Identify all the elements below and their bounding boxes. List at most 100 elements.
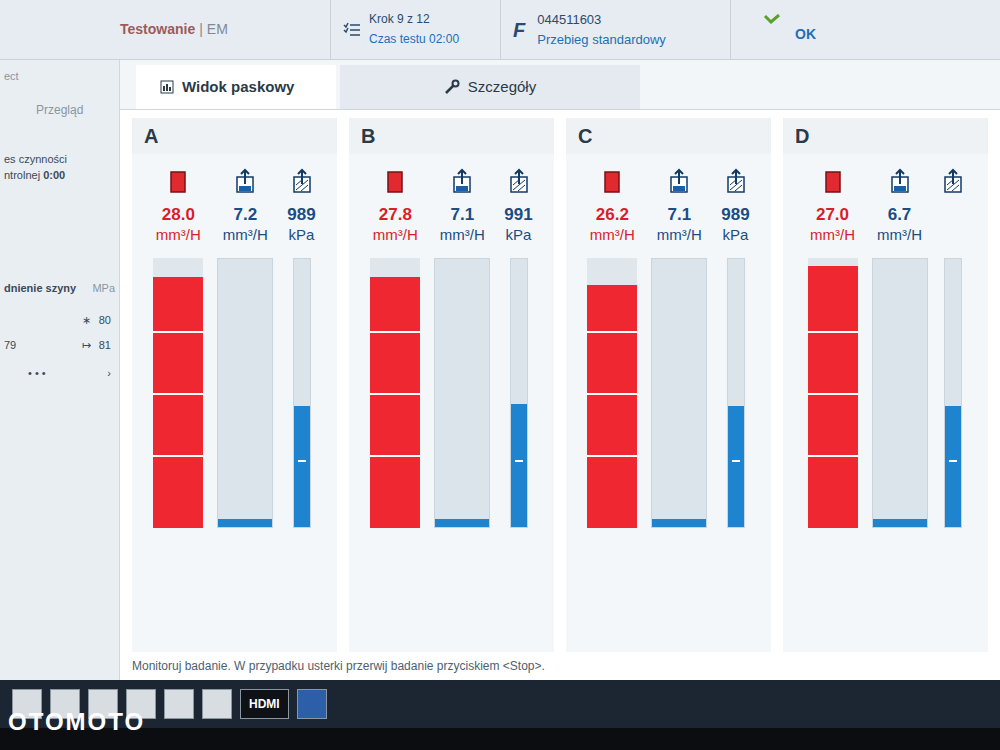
wrench-icon [444, 79, 460, 95]
channel-area: A28.0mm³/H7.2mm³/H989kPaB27.8mm³/H7.1mm³… [120, 110, 1000, 652]
pressure-icon [508, 168, 530, 194]
meter [942, 166, 964, 528]
meter-value: 26.2 [596, 202, 629, 224]
screen: Testowanie|EMKrok 9 z 12Czas testu 02:00… [0, 0, 1000, 750]
meter-fill [370, 277, 420, 528]
meter-value: 7.1 [450, 202, 474, 224]
meter-bar [217, 258, 273, 528]
hdmi-button[interactable]: HDMI [240, 689, 289, 719]
return-flow-icon [234, 168, 256, 194]
meter-value: 27.0 [816, 202, 849, 224]
meter-bar [153, 258, 203, 528]
meter-fill [587, 285, 637, 528]
check-icon [763, 14, 781, 24]
meter-bar [808, 258, 858, 528]
taskbar-app-icon[interactable] [202, 689, 232, 719]
windows-icon[interactable] [297, 689, 327, 719]
meter-unit: mm³/H [440, 224, 485, 246]
meter-bar [872, 258, 928, 528]
instruction: Monitoruj badanie. W przypadku usterki p… [120, 652, 1000, 680]
meter-fill [435, 519, 489, 527]
return-flow-icon [889, 168, 911, 194]
meter-fill [728, 406, 744, 527]
injector-icon [168, 170, 188, 194]
meter-bar [727, 258, 745, 528]
meter: 989kPa [287, 166, 315, 528]
meter-value: 989 [287, 202, 315, 224]
meter: 991kPa [504, 166, 532, 528]
meter: 7.2mm³/H [217, 166, 273, 528]
f-icon: F [513, 15, 525, 45]
meter: 989kPa [721, 166, 749, 528]
meter: 7.1mm³/H [651, 166, 707, 528]
injector-icon [385, 170, 405, 194]
main: Widok paskowySzczegółyA28.0mm³/H7.2mm³/H… [120, 60, 1000, 680]
meter-unit: kPa [289, 224, 315, 246]
tab[interactable]: Szczegóły [340, 65, 640, 109]
meter-unit: mm³/H [223, 224, 268, 246]
checklist-icon [343, 21, 361, 39]
meter: 27.0mm³/H [808, 166, 858, 528]
channel: B27.8mm³/H7.1mm³/H991kPa [349, 118, 554, 652]
meter-bar [944, 258, 962, 528]
meter-unit: mm³/H [877, 224, 922, 246]
taskbar: HDMI [0, 680, 1000, 728]
overview-button[interactable]: Przegląd [4, 101, 119, 119]
watermark: OTOMOTO [8, 704, 145, 740]
meter-value: 7.2 [233, 202, 257, 224]
meter: 28.0mm³/H [153, 166, 203, 528]
tab[interactable]: Widok paskowy [136, 65, 336, 109]
channel-label: B [349, 118, 554, 154]
header: Testowanie|EMKrok 9 z 12Czas testu 02:00… [0, 0, 1000, 60]
run-info: F044511603Przebieg standardowy [500, 0, 730, 59]
meter-unit: kPa [506, 224, 532, 246]
channel-label: A [132, 118, 337, 154]
pressure-icon [725, 168, 747, 194]
tab-bar: Widok paskowySzczegóły [120, 60, 1000, 110]
return-flow-icon [668, 168, 690, 194]
channel-label: C [566, 118, 771, 154]
return-flow-icon [451, 168, 473, 194]
meter-value: 989 [721, 202, 749, 224]
meter-fill [652, 519, 706, 527]
meter-unit: mm³/H [810, 224, 855, 246]
channel: C26.2mm³/H7.1mm³/H989kPa [566, 118, 771, 652]
meter-bar [293, 258, 311, 528]
meter-fill [153, 277, 203, 528]
meter-bar [370, 258, 420, 528]
injector-icon [602, 170, 622, 194]
meter-fill [218, 519, 272, 527]
step-info: Krok 9 z 12Czas testu 02:00 [330, 0, 500, 59]
injector-icon [823, 170, 843, 194]
meter-bar [587, 258, 637, 528]
channel-label: D [783, 118, 988, 154]
meter-unit: kPa [723, 224, 749, 246]
channel: A28.0mm³/H7.2mm³/H989kPa [132, 118, 337, 652]
meter-unit: mm³/H [156, 224, 201, 246]
meter-value: 6.7 [888, 202, 912, 224]
more-button[interactable]: › [107, 365, 111, 382]
meter-bar [434, 258, 490, 528]
meter-fill [808, 266, 858, 528]
section-title: Testowanie [120, 21, 195, 37]
taskbar-app-icon[interactable] [164, 689, 194, 719]
meter-unit: mm³/H [373, 224, 418, 246]
meter-value: 991 [504, 202, 532, 224]
pressure-icon [942, 168, 964, 194]
meter-fill [945, 406, 961, 527]
meter-fill [294, 406, 310, 527]
status: OK [730, 0, 1000, 59]
pressure-icon [291, 168, 313, 194]
meter-fill [873, 519, 927, 527]
meter-unit: mm³/H [590, 224, 635, 246]
bar-chart-icon [160, 80, 174, 94]
meter-value: 28.0 [162, 202, 195, 224]
meter-unit: mm³/H [657, 224, 702, 246]
meter-value: 27.8 [379, 202, 412, 224]
channel: D27.0mm³/H6.7mm³/H [783, 118, 988, 652]
meter: 27.8mm³/H [370, 166, 420, 528]
mode-label: EM [207, 21, 228, 37]
meter: 26.2mm³/H [587, 166, 637, 528]
meter-bar [651, 258, 707, 528]
meter: 6.7mm³/H [872, 166, 928, 528]
